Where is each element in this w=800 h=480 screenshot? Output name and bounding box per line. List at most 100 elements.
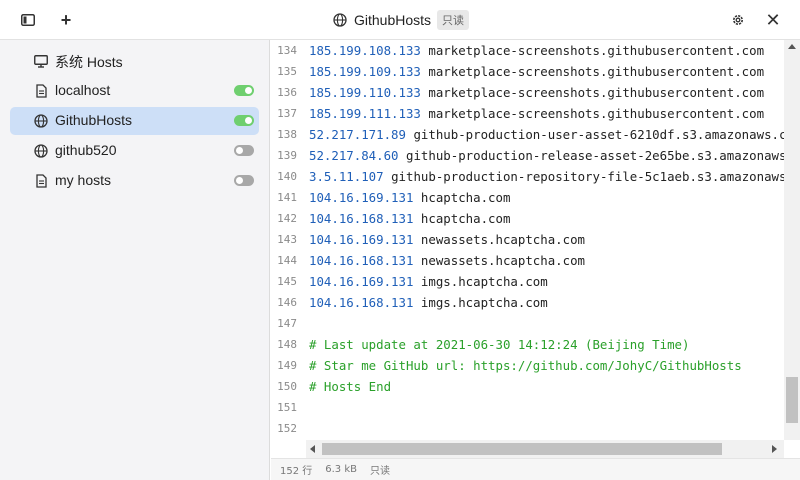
readonly-badge: 只读 — [437, 10, 470, 30]
ip-address: 52.217.171.89 — [309, 127, 406, 142]
gear-icon — [733, 15, 743, 25]
vertical-scrollbar[interactable] — [784, 40, 800, 440]
toggle-sidebar-button[interactable] — [18, 10, 38, 30]
line-number: 147 — [277, 317, 297, 330]
hosts-editor[interactable]: 134 135 136 137 138 139 140 141 142 143 144 145 146 1… — [271, 40, 800, 458]
add-hosts-button[interactable]: + — [56, 10, 76, 30]
ip-address: 104.16.169.131 — [309, 190, 414, 205]
line-number: 139 — [277, 149, 297, 162]
line-number: 137 — [277, 107, 297, 120]
sidebar-item-label: 系统 Hosts — [55, 54, 123, 70]
enable-toggle[interactable] — [234, 115, 254, 126]
file-size: 6.3 kB — [325, 464, 357, 475]
page-title: GithubHosts — [354, 12, 432, 28]
hostname: github-production-user-asset-6210df.s3.a… — [413, 127, 784, 142]
enable-toggle[interactable] — [234, 145, 254, 156]
line-number: 140 — [277, 170, 297, 183]
hostname: imgs.hcaptcha.com — [420, 274, 548, 289]
ip-address: 185.199.110.133 — [309, 85, 421, 100]
close-button[interactable]: ✕ — [763, 10, 783, 30]
scroll-left-arrow-icon[interactable] — [310, 445, 315, 453]
settings-button[interactable] — [728, 10, 748, 30]
line-number: 142 — [277, 212, 297, 225]
monitor-icon — [34, 54, 48, 68]
code-line: 104.16.169.131 newassets.hcaptcha.com — [309, 229, 784, 250]
line-number: 135 — [277, 65, 297, 78]
sidebar-item-label: my hosts — [55, 172, 112, 188]
code-area[interactable]: 185.199.108.133 marketplace-screenshots.… — [309, 40, 784, 440]
hostname: imgs.hcaptcha.com — [420, 295, 548, 310]
code-line: 52.217.171.89 github-production-user-ass… — [309, 124, 784, 145]
document-icon — [34, 84, 48, 98]
sidebar-item-label: localhost — [55, 82, 111, 98]
hostname: marketplace-screenshots.githubuserconten… — [428, 85, 765, 100]
enable-toggle[interactable] — [234, 175, 254, 186]
sidebar-item-github520[interactable]: github520 — [10, 137, 259, 165]
comment-text: # Star me GitHub url: https://github.com… — [309, 358, 742, 373]
document-icon — [34, 174, 48, 188]
ip-address: 185.199.109.133 — [309, 64, 421, 79]
code-line: 185.199.111.133 marketplace-screenshots.… — [309, 103, 784, 124]
sidebar-icon — [21, 14, 35, 26]
sidebar: 系统 Hosts localhost GithubHosts github520… — [0, 40, 270, 480]
mode-indicator: 只读 — [370, 466, 390, 477]
scroll-right-arrow-icon[interactable] — [772, 445, 777, 453]
code-line: 104.16.168.131 newassets.hcaptcha.com — [309, 250, 784, 271]
title-bar: + GithubHosts 只读 ✕ — [0, 0, 800, 40]
hostname: newassets.hcaptcha.com — [420, 253, 586, 268]
line-number: 138 — [277, 128, 297, 141]
sidebar-item-label: github520 — [55, 142, 117, 158]
line-number: 149 — [277, 359, 297, 372]
horizontal-scrollbar[interactable] — [306, 440, 784, 458]
code-line: 3.5.11.107 github-production-repository-… — [309, 166, 784, 187]
ip-address: 104.16.168.131 — [309, 211, 414, 226]
hostname: github-production-repository-file-5c1aeb… — [391, 169, 784, 184]
status-bar: 152 行 6.3 kB 只读 — [271, 458, 800, 480]
line-number: 144 — [277, 254, 297, 267]
code-line: 104.16.168.131 imgs.hcaptcha.com — [309, 292, 784, 313]
code-line: # Star me GitHub url: https://github.com… — [309, 355, 784, 376]
ip-address: 104.16.168.131 — [309, 295, 414, 310]
scroll-up-arrow-icon[interactable] — [788, 44, 796, 49]
hostname: marketplace-screenshots.githubuserconten… — [428, 64, 765, 79]
sidebar-item-githubhosts[interactable]: GithubHosts — [10, 107, 259, 135]
code-line: # Last update at 2021-06-30 14:12:24 (Be… — [309, 334, 784, 355]
sidebar-item-my-hosts[interactable]: my hosts — [10, 167, 259, 195]
comment-text: # Hosts End — [309, 379, 392, 394]
sidebar-item-localhost[interactable]: localhost — [10, 77, 259, 105]
hostname: hcaptcha.com — [420, 190, 511, 205]
ip-address: 52.217.84.60 — [309, 148, 399, 163]
code-line: 104.16.168.131 hcaptcha.com — [309, 208, 784, 229]
ip-address: 3.5.11.107 — [309, 169, 384, 184]
ip-address: 104.16.169.131 — [309, 274, 414, 289]
line-number: 143 — [277, 233, 297, 246]
hostname: marketplace-screenshots.githubuserconten… — [428, 106, 765, 121]
ip-address: 185.199.111.133 — [309, 106, 421, 121]
line-number: 145 — [277, 275, 297, 288]
vertical-scroll-thumb[interactable] — [786, 377, 798, 423]
hostname: github-production-release-asset-2e65be.s… — [406, 148, 784, 163]
code-line: 185.199.109.133 marketplace-screenshots.… — [309, 61, 784, 82]
line-number: 148 — [277, 338, 297, 351]
line-number: 152 — [277, 422, 297, 435]
ip-address: 104.16.169.131 — [309, 232, 414, 247]
line-number: 136 — [277, 86, 297, 99]
code-line: 185.199.110.133 marketplace-screenshots.… — [309, 82, 784, 103]
horizontal-scroll-thumb[interactable] — [322, 443, 722, 455]
enable-toggle[interactable] — [234, 85, 254, 96]
code-line: 104.16.169.131 imgs.hcaptcha.com — [309, 271, 784, 292]
line-number: 134 — [277, 44, 297, 57]
sidebar-item-system-hosts[interactable]: 系统 Hosts — [10, 47, 259, 75]
line-number: 141 — [277, 191, 297, 204]
sidebar-item-label: GithubHosts — [55, 112, 133, 128]
code-line: 185.199.108.133 marketplace-screenshots.… — [309, 40, 784, 61]
line-number: 146 — [277, 296, 297, 309]
comment-text: # Last update at 2021-06-30 14:12:24 (Be… — [309, 337, 690, 352]
line-number-gutter: 134 135 136 137 138 139 140 141 142 143 144 145 146 1… — [271, 40, 301, 440]
ip-address: 185.199.108.133 — [309, 43, 421, 58]
code-line: 52.217.84.60 github-production-release-a… — [309, 145, 784, 166]
window-title: GithubHosts 只读 — [333, 10, 470, 30]
